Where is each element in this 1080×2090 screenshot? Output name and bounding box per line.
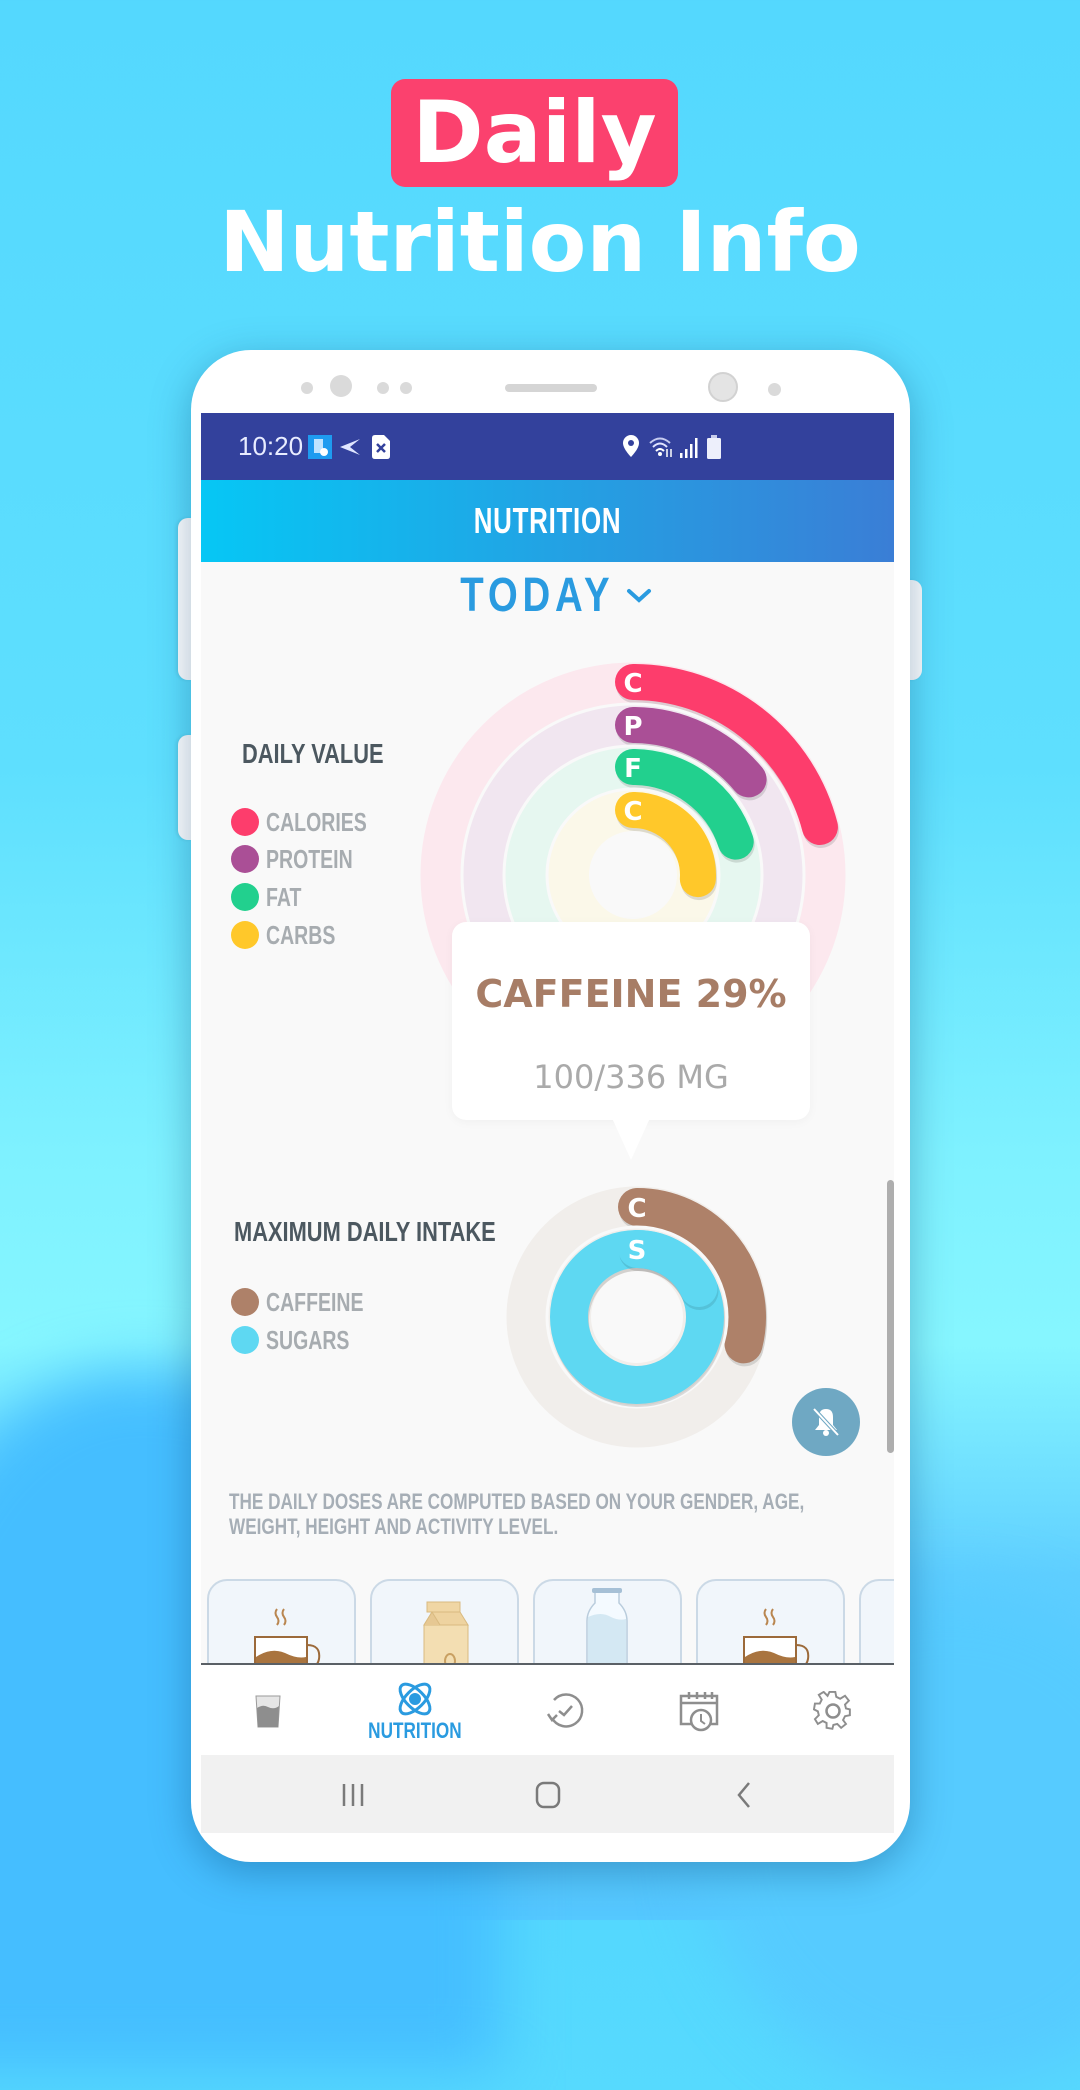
tooltip-title: CAFFEINE 29%: [475, 972, 787, 1016]
nav-item-schedule[interactable]: [639, 1665, 759, 1757]
bottom-navigation: NUTRITION: [201, 1663, 894, 1757]
nav-item-water[interactable]: [208, 1665, 328, 1757]
history-icon: [546, 1693, 584, 1728]
phone-side-button: [178, 518, 192, 680]
sensor-dot: [400, 382, 412, 394]
nav-item-nutrition[interactable]: NUTRITION: [355, 1665, 475, 1757]
bar-label: S: [628, 1236, 647, 1266]
back-icon: [737, 1782, 750, 1808]
recents-icon: [342, 1784, 364, 1806]
front-camera: [330, 375, 352, 397]
bar-label: C: [627, 1194, 646, 1224]
earpiece-speaker: [505, 384, 597, 392]
ring-caffeine: C: [503, 1183, 771, 1451]
nav-item-settings[interactable]: [773, 1665, 893, 1757]
calendar-clock-icon: [679, 1692, 719, 1732]
nav-item-history[interactable]: [505, 1665, 625, 1757]
chart-tooltip: CAFFEINE 29% 100/336 MG: [452, 922, 810, 1160]
mute-notifications-button[interactable]: [792, 1388, 860, 1456]
home-icon: [535, 1781, 561, 1809]
system-navigation-bar: [201, 1755, 894, 1833]
footnote: THE DAILY DOSES ARE COMPUTED BASED ON YO…: [229, 1489, 805, 1539]
water-glass-icon: [255, 1695, 281, 1728]
promo-title: Nutrition Info: [219, 193, 861, 291]
app-screen: 10:20 NUTRITION TODAY DAILY VALUE CALORI…: [201, 413, 894, 1833]
sensor-dot: [301, 382, 313, 394]
iris-scanner: [708, 372, 738, 402]
ring-sugars: S: [545, 1225, 729, 1409]
tooltip-subtitle: 100/336 MG: [533, 1058, 729, 1096]
tooltip-arrow: [612, 1118, 650, 1160]
phone-side-button: [178, 735, 192, 840]
atom-icon: [398, 1682, 432, 1716]
scrollbar[interactable]: [887, 1180, 894, 1453]
home-button[interactable]: [518, 1775, 578, 1815]
promo-badge: Daily: [391, 79, 678, 187]
back-button[interactable]: [714, 1775, 774, 1815]
bell-off-icon: [812, 1407, 840, 1437]
recents-button[interactable]: [323, 1775, 383, 1815]
nav-item-label: NUTRITION: [368, 1718, 462, 1743]
gear-icon: [813, 1691, 851, 1730]
sensor-dot: [768, 383, 781, 396]
sensor-dot: [377, 382, 389, 394]
phone-side-button: [908, 580, 922, 680]
